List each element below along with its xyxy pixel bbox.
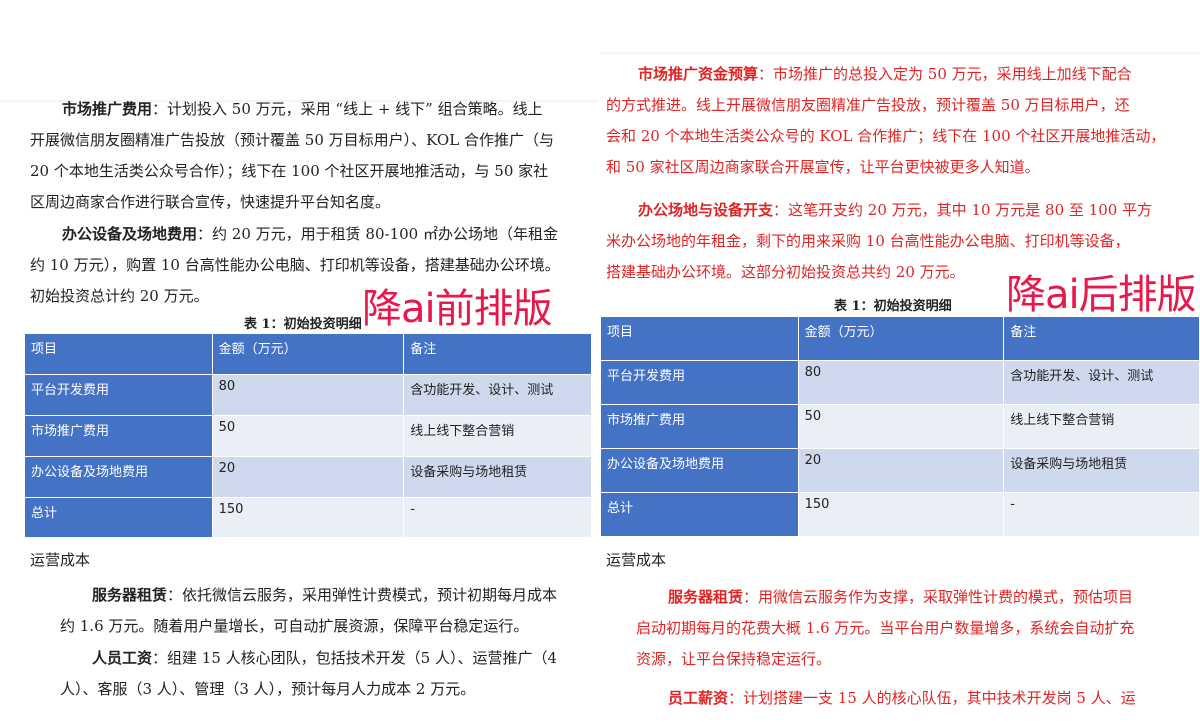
table-cell: 80 [797, 360, 1005, 405]
table-row: 总计 150 - [24, 497, 592, 538]
investment-table: 项目 金额（万元） 备注 平台开发费用 80 含功能开发、设计、测试 市场推广费… [24, 333, 592, 538]
table-header-cell: 项目 [600, 316, 799, 361]
after-layout-panel: 市场推广资金预算：市场推广的总投入定为 50 万元，采用线上加线下配合 的方式推… [600, 0, 1200, 724]
table-cell: - [1003, 492, 1200, 537]
paragraph-title: 市场推广费用 [62, 100, 153, 118]
table-cell: - [403, 497, 592, 538]
table-caption: 表 1：初始投资明细 [244, 317, 362, 332]
blank-header-area [600, 0, 1200, 52]
table-cell: 含功能开发、设计、测试 [1003, 360, 1200, 405]
watermark-before: 降ai前排版 [362, 286, 553, 332]
paragraph-staff-salary: 员工薪资：计划搭建一支 15 人的核心队伍，其中技术开发岗 5 人、运 [668, 689, 1136, 707]
table-cell: 50 [797, 404, 1005, 449]
table-row: 平台开发费用 80 含功能开发、设计、测试 [600, 360, 1200, 405]
paragraph-title: 员工薪资 [668, 689, 729, 707]
paragraph-title: 办公场地与设备开支 [638, 201, 774, 219]
section-heading: 运营成本 [30, 551, 91, 569]
table-cell: 20 [211, 456, 405, 498]
table-cell: 50 [211, 415, 405, 457]
table-header-row: 项目 金额（万元） 备注 [600, 316, 1200, 361]
table-row: 办公设备及场地费用 20 设备采购与场地租赁 [24, 456, 592, 498]
section-heading: 运营成本 [606, 551, 667, 569]
paragraph-title: 服务器租赁 [92, 586, 168, 604]
table-cell: 总计 [600, 492, 799, 537]
watermark-after: 降ai后排版 [1006, 272, 1197, 318]
table-header-cell: 备注 [1003, 316, 1200, 361]
paragraph-marketing-cost: 市场推广费用：计划投入 50 万元，采用 “线上 + 线下” 组合策略。线上 开… [30, 100, 554, 211]
table-cell: 办公设备及场地费用 [600, 448, 799, 493]
table-row: 市场推广费用 50 线上线下整合营销 [24, 415, 592, 457]
table-row: 市场推广费用 50 线上线下整合营销 [600, 404, 1200, 449]
table-header-cell: 金额（万元） [797, 316, 1005, 361]
table-caption: 表 1：初始投资明细 [834, 299, 952, 314]
table-cell: 150 [797, 492, 1005, 537]
table-cell: 线上线下整合营销 [1003, 404, 1200, 449]
paragraph-marketing-budget: 市场推广资金预算：市场推广的总投入定为 50 万元，采用线上加线下配合 的方式推… [606, 65, 1166, 176]
before-layout-panel: 市场推广费用：计划投入 50 万元，采用 “线上 + 线下” 组合策略。线上 开… [0, 0, 598, 724]
paragraph-title: 办公设备及场地费用 [62, 225, 198, 243]
paragraph-staff-cost: 人员工资：组建 15 人核心团队，包括技术开发（5 人）、运营推广（4 人）、客… [60, 649, 557, 698]
table-header-cell: 金额（万元） [211, 333, 405, 375]
table-cell: 市场推广费用 [24, 415, 213, 457]
table-cell: 线上线下整合营销 [403, 415, 592, 457]
table-cell: 办公设备及场地费用 [24, 456, 213, 498]
table-cell: 20 [797, 448, 1005, 493]
table-row: 总计 150 - [600, 492, 1200, 537]
table-cell: 市场推广费用 [600, 404, 799, 449]
table-cell: 含功能开发、设计、测试 [403, 374, 592, 416]
blank-header-area [0, 0, 598, 100]
paragraph-server-cost: 服务器租赁：依托微信云服务，采用弹性计费模式，预计初期每月成本 约 1.6 万元… [60, 586, 558, 635]
table-cell: 平台开发费用 [600, 360, 799, 405]
investment-table: 项目 金额（万元） 备注 平台开发费用 80 含功能开发、设计、测试 市场推广费… [600, 316, 1200, 537]
paragraph-title: 市场推广资金预算 [638, 65, 759, 83]
table-row: 办公设备及场地费用 20 设备采购与场地租赁 [600, 448, 1200, 493]
table-header-row: 项目 金额（万元） 备注 [24, 333, 592, 375]
table-cell: 设备采购与场地租赁 [1003, 448, 1200, 493]
table-header-cell: 备注 [403, 333, 592, 375]
table-cell: 总计 [24, 497, 213, 538]
paragraph-title: 服务器租赁 [668, 588, 744, 606]
table-cell: 设备采购与场地租赁 [403, 456, 592, 498]
table-header-cell: 项目 [24, 333, 213, 375]
table-cell: 平台开发费用 [24, 374, 213, 416]
table-cell: 150 [211, 497, 405, 538]
table-cell: 80 [211, 374, 405, 416]
paragraph-title: 人员工资 [92, 649, 153, 667]
paragraph-server-rental: 服务器租赁：用微信云服务作为支撑，采取弹性计费的模式，预估项目 启动初期每月的花… [636, 588, 1135, 668]
table-row: 平台开发费用 80 含功能开发、设计、测试 [24, 374, 592, 416]
